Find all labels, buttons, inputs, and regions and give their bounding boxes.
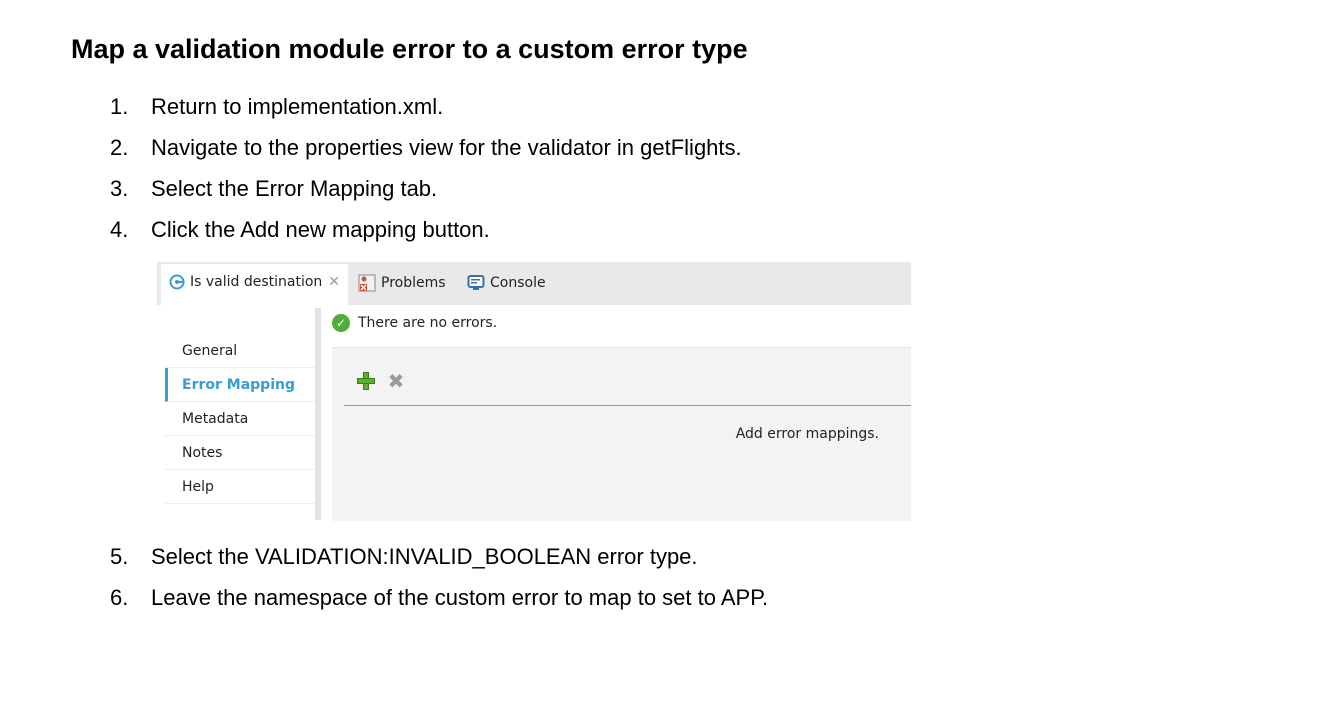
add-mapping-icon[interactable] bbox=[356, 371, 376, 391]
problems-icon bbox=[358, 274, 376, 292]
step-number: 5. bbox=[110, 544, 129, 569]
status-message: ✓ There are no errors. bbox=[332, 314, 497, 332]
step-number: 4. bbox=[110, 217, 129, 242]
success-check-icon: ✓ bbox=[332, 314, 350, 332]
sidebar-item-notes[interactable]: Notes bbox=[165, 436, 315, 470]
sidebar-item-error-mapping[interactable]: Error Mapping bbox=[165, 368, 315, 402]
validation-icon bbox=[169, 274, 185, 290]
mapping-toolbar: ✖ bbox=[356, 371, 416, 391]
tab-label: Problems bbox=[381, 275, 446, 291]
sidebar-item-general[interactable]: General bbox=[165, 334, 315, 368]
step-number: 2. bbox=[110, 135, 129, 160]
step-text: Leave the namespace of the custom error … bbox=[151, 585, 769, 610]
sidebar-divider bbox=[315, 308, 321, 520]
tab-is-valid-destination[interactable]: Is valid destination ✕ bbox=[161, 264, 348, 305]
step-number: 1. bbox=[110, 94, 129, 119]
step-number: 3. bbox=[110, 176, 129, 201]
step-text: Navigate to the properties view for the … bbox=[151, 135, 742, 160]
step-text: Select the Error Mapping tab. bbox=[151, 176, 438, 201]
view-tab-bar: Is valid destination ✕ Problems Console bbox=[157, 262, 911, 305]
properties-sidebar: General Error Mapping Metadata Notes Hel… bbox=[163, 305, 318, 520]
tab-content: Is valid destination ✕ bbox=[169, 274, 340, 290]
console-icon bbox=[467, 275, 485, 290]
step-text: Return to implementation.xml. bbox=[151, 94, 444, 119]
error-mapping-panel: ✖ Add error mappings. bbox=[332, 347, 911, 521]
properties-view-screenshot: Is valid destination ✕ Problems Console bbox=[157, 262, 911, 521]
tab-console[interactable]: Console bbox=[467, 274, 546, 292]
page-heading: Map a validation module error to a custo… bbox=[71, 34, 748, 64]
status-text: There are no errors. bbox=[358, 315, 498, 331]
tab-label: Is valid destination bbox=[190, 274, 323, 290]
tab-label: Console bbox=[490, 275, 546, 291]
close-icon[interactable]: ✕ bbox=[328, 274, 340, 290]
mapping-table-header-line bbox=[344, 405, 911, 406]
sidebar-item-help[interactable]: Help bbox=[165, 470, 315, 504]
remove-mapping-icon[interactable]: ✖ bbox=[386, 371, 406, 391]
step-text: Click the Add new mapping button. bbox=[151, 217, 490, 242]
tab-problems[interactable]: Problems bbox=[358, 274, 446, 292]
sidebar-item-metadata[interactable]: Metadata bbox=[165, 402, 315, 436]
step-text: Select the VALIDATION:INVALID_BOOLEAN er… bbox=[151, 544, 698, 569]
step-number: 6. bbox=[110, 585, 129, 610]
empty-mappings-message: Add error mappings. bbox=[735, 426, 879, 442]
